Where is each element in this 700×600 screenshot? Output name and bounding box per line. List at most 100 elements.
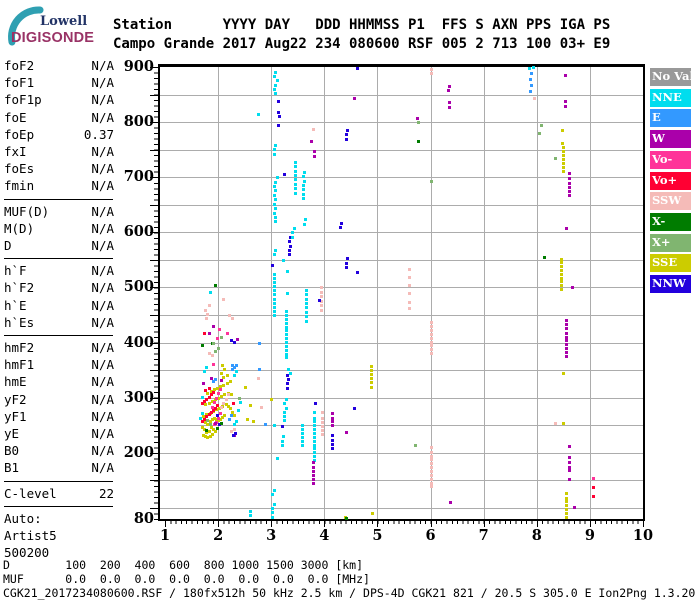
data-point — [356, 67, 359, 70]
data-point — [560, 273, 563, 276]
data-point — [209, 291, 212, 294]
data-point — [529, 78, 532, 81]
data-point — [229, 380, 232, 383]
legend-item-nnw: NNW — [650, 275, 691, 293]
param-value: N/A — [91, 280, 114, 296]
data-point — [321, 425, 324, 428]
data-point — [370, 369, 373, 372]
data-point — [430, 321, 433, 324]
data-point — [273, 503, 276, 506]
data-point — [258, 342, 261, 345]
data-point — [303, 223, 306, 226]
data-point — [271, 507, 274, 510]
data-point — [276, 176, 279, 179]
data-point — [212, 391, 215, 394]
data-point — [282, 435, 285, 438]
param-row: foF1 N/A — [4, 74, 114, 91]
data-point — [273, 285, 276, 288]
data-point — [554, 157, 557, 160]
data-point — [301, 424, 304, 427]
data-point — [220, 406, 223, 409]
data-point — [303, 171, 306, 174]
data-point — [271, 264, 274, 267]
x-axis-label: 2 — [213, 527, 224, 544]
x-axis-minor-ticks — [165, 521, 644, 524]
data-point — [565, 319, 568, 322]
data-point — [312, 461, 315, 464]
param-row: foEp 0.37 — [4, 126, 114, 143]
data-point — [271, 511, 274, 514]
data-point — [294, 187, 297, 190]
data-point — [233, 374, 236, 377]
horizontal-gridline — [160, 507, 643, 509]
data-point — [320, 295, 323, 298]
data-point — [285, 310, 288, 313]
x-axis-major-tick — [536, 521, 538, 527]
data-point — [565, 355, 568, 358]
data-point — [320, 304, 323, 307]
data-point — [222, 384, 225, 387]
data-point — [273, 148, 276, 151]
param-label: C-level — [4, 485, 57, 501]
y-axis-label: 80 — [133, 510, 154, 527]
data-point — [370, 381, 373, 384]
horizontal-gridline — [160, 315, 643, 317]
data-point — [321, 433, 324, 436]
param-row: h`E N/A — [4, 297, 114, 314]
legend-item-w: W — [650, 130, 691, 149]
param-row: hmF2 N/A — [4, 339, 114, 356]
data-point — [205, 429, 208, 432]
data-point — [313, 455, 316, 458]
data-point — [283, 415, 286, 418]
param-row: h`F N/A — [4, 262, 114, 279]
data-point — [562, 166, 565, 169]
y-axis-label: 600 — [123, 223, 154, 241]
param-value: N/A — [91, 203, 114, 219]
data-point — [285, 356, 288, 359]
data-point — [320, 291, 323, 294]
data-point — [562, 422, 565, 425]
data-point — [564, 105, 567, 108]
data-point — [313, 428, 316, 431]
data-point — [285, 322, 288, 325]
data-point — [356, 271, 359, 274]
legend-item-x-: X- — [650, 212, 691, 231]
data-point — [223, 393, 226, 396]
data-point — [286, 374, 289, 377]
data-point — [222, 402, 225, 405]
data-point — [273, 310, 276, 313]
data-point — [538, 132, 541, 135]
data-point — [276, 79, 279, 82]
data-point — [201, 344, 204, 347]
logo-digisonde-text: DIGISONDE — [11, 30, 95, 46]
param-row: foEs N/A — [4, 160, 114, 177]
data-point — [430, 478, 433, 481]
legend-item-x+: X+ — [650, 233, 691, 252]
data-point — [283, 402, 286, 405]
data-point — [331, 412, 334, 415]
legend-item-no-val: No Val — [650, 68, 694, 86]
data-point — [560, 280, 563, 283]
data-point — [430, 352, 433, 355]
header-line-2: Campo Grande 2017 Aug22 234 080600 RSF 0… — [113, 36, 611, 52]
horizontal-gridline — [160, 259, 643, 261]
data-point — [212, 342, 215, 345]
d-distance-row: D 100 200 400 600 800 1000 1500 3000 [km… — [3, 558, 364, 572]
param-row: B0 N/A — [4, 442, 114, 459]
data-point — [568, 194, 571, 197]
legend-item-nne: NNE — [650, 88, 691, 107]
data-point — [276, 457, 279, 460]
data-point — [294, 192, 297, 195]
param-value: N/A — [91, 460, 114, 476]
data-point — [226, 374, 229, 377]
data-point — [302, 184, 305, 187]
data-point — [282, 259, 285, 262]
data-point — [331, 417, 334, 420]
y-axis-major-tick — [150, 122, 158, 124]
data-point — [430, 329, 433, 332]
data-point — [223, 368, 226, 371]
data-point — [281, 440, 284, 443]
param-label: fmin — [4, 178, 35, 194]
data-point — [408, 307, 411, 310]
data-point — [210, 377, 213, 380]
